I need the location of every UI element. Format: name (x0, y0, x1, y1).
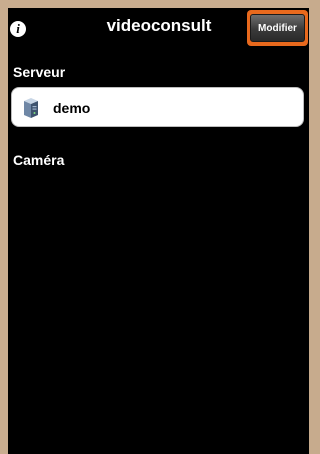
camera-section-header: Caméra (13, 152, 65, 168)
navigation-bar: i videoconsult Modifier (8, 8, 309, 47)
nav-title: videoconsult (106, 16, 212, 35)
info-icon[interactable]: i (10, 21, 26, 37)
info-icon-glyph: i (16, 21, 20, 36)
server-section-header: Serveur (13, 64, 66, 80)
device-frame: i videoconsult Modifier Serveur demo Cam… (0, 0, 309, 454)
app-screen: i videoconsult Modifier Serveur demo Cam… (8, 8, 309, 454)
server-list-item[interactable]: demo (11, 87, 304, 127)
server-item-label: demo (53, 100, 91, 116)
modify-button[interactable]: Modifier (250, 14, 305, 42)
modify-button-highlight: Modifier (247, 10, 308, 46)
server-icon (24, 98, 38, 118)
